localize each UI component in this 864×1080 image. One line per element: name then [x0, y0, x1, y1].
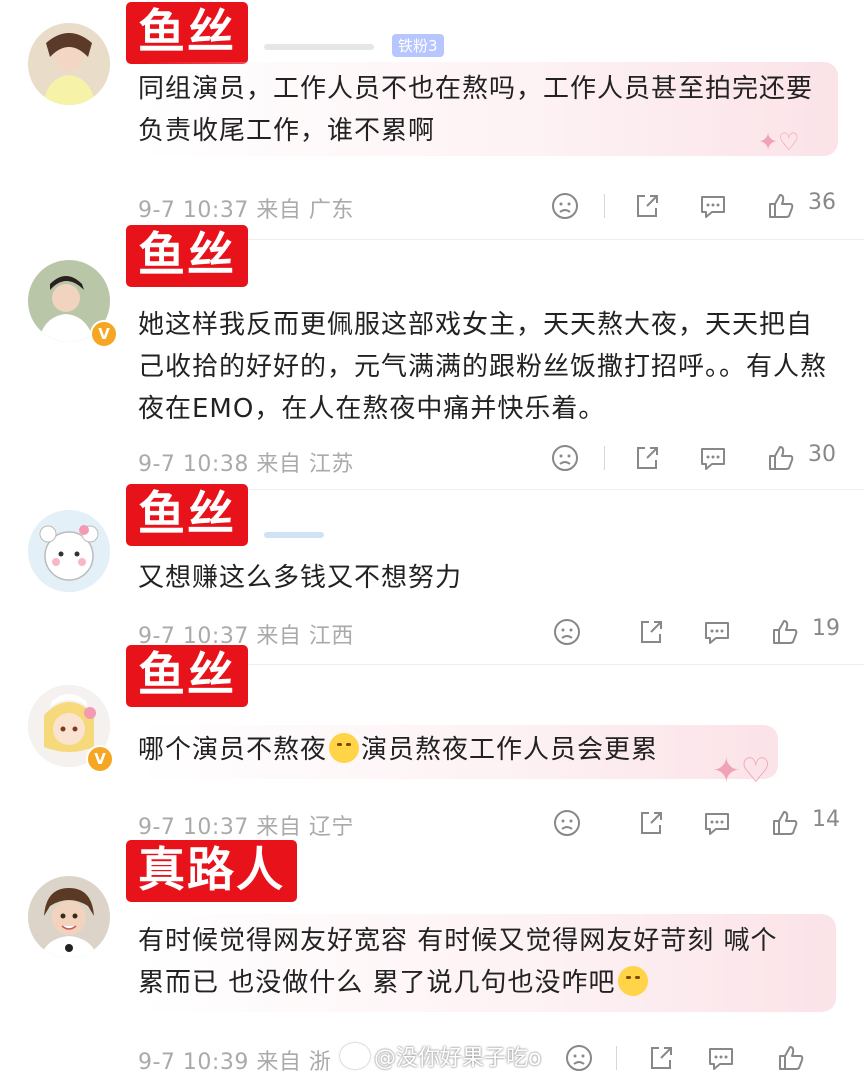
comment-location: 来自 江西: [256, 624, 354, 649]
action-separator: [604, 194, 605, 218]
verified-badge: V: [90, 320, 118, 348]
commenter-tag: 鱼丝: [126, 645, 248, 707]
reply-icon[interactable]: [698, 443, 728, 473]
commenter-tag: 真路人: [126, 840, 297, 902]
comment-time: 9-7 10:37: [138, 815, 249, 840]
username-blurred: [264, 532, 324, 538]
reply-icon[interactable]: [702, 808, 732, 838]
verified-badge: V: [86, 745, 114, 773]
comment-actions: 19: [540, 614, 850, 650]
comment-text: 又想赚这么多钱又不想努力: [138, 563, 463, 593]
username-blurred: [264, 44, 374, 50]
like-icon[interactable]: [766, 191, 796, 221]
comment-text: 有时候觉得网友好宽容 有时候又觉得网友好苛刻 喊个 累而已 也没做什么 累了说几…: [138, 920, 828, 1004]
comment-item: V 鱼丝 她这样我反而更佩服这部戏女主，天天熬大夜，天天把自己收拾的好好的，元气…: [0, 225, 864, 490]
comment-meta: 9-7 10:38 来自 江苏: [138, 446, 354, 478]
comment-list: 鱼丝 铁粉3 ✦♡ 同组演员，工作人员不也在熬吗，工作人员甚至拍完还要负责收尾工…: [0, 0, 864, 1080]
action-separator: [604, 446, 605, 470]
watermark-text: @没你好果子吃o: [374, 1046, 542, 1071]
avatar[interactable]: [28, 876, 110, 958]
comment-text-line: 有时候觉得网友好宽容 有时候又觉得网友好苛刻 喊个: [138, 926, 778, 956]
dislike-icon[interactable]: [550, 443, 580, 473]
action-separator: [616, 1046, 617, 1070]
like-icon[interactable]: [776, 1043, 806, 1073]
commenter-tag: 鱼丝: [126, 2, 248, 64]
dislike-icon[interactable]: [552, 808, 582, 838]
like-icon[interactable]: [766, 443, 796, 473]
share-icon[interactable]: [632, 191, 662, 221]
reply-icon[interactable]: [706, 1043, 736, 1073]
fan-level-badge: 铁粉3: [392, 34, 444, 57]
smirk-emoji-icon: [329, 733, 360, 763]
comment-text-part: 演员熬夜工作人员会更累: [361, 735, 659, 765]
share-icon[interactable]: [636, 617, 666, 647]
comment-location: 来自 辽宁: [256, 815, 354, 840]
like-icon[interactable]: [770, 617, 800, 647]
share-icon[interactable]: [632, 443, 662, 473]
comment-actions: [540, 1040, 850, 1076]
commenter-tag: 鱼丝: [126, 484, 248, 546]
reply-icon[interactable]: [698, 191, 728, 221]
comment-meta: 9-7 10:39 来自 浙: [138, 1044, 331, 1076]
comment-text-line: 累而已 也没做什么 累了说几句也没咋吧: [138, 962, 828, 1004]
relieved-emoji-icon: [617, 966, 648, 996]
comment-location: 来自 浙: [256, 1050, 332, 1075]
like-count: 14: [812, 807, 840, 832]
dislike-icon[interactable]: [564, 1043, 594, 1073]
like-count: 30: [808, 442, 836, 467]
dislike-icon[interactable]: [552, 617, 582, 647]
comment-time: 9-7 10:39: [138, 1050, 249, 1075]
comment-text-part: 累而已 也没做什么 累了说几句也没咋吧: [138, 968, 616, 998]
comment-meta: 9-7 10:37 来自 辽宁: [138, 809, 354, 841]
comment-meta: 9-7 10:37 来自 广东: [138, 192, 354, 224]
comment-time: 9-7 10:37: [138, 198, 249, 223]
avatar[interactable]: [28, 23, 110, 105]
share-icon[interactable]: [636, 808, 666, 838]
reply-icon[interactable]: [702, 617, 732, 647]
comment-text: 哪个演员不熬夜 演员熬夜工作人员会更累: [138, 729, 828, 771]
comment-text: 同组演员，工作人员不也在熬吗，工作人员甚至拍完还要负责收尾工作，谁不累啊: [138, 74, 814, 146]
like-icon[interactable]: [770, 808, 800, 838]
like-count: 19: [812, 616, 840, 641]
comment-location: 来自 广东: [256, 198, 354, 223]
comment-actions: 14: [540, 805, 850, 841]
comment-text: 她这样我反而更佩服这部戏女主，天天熬大夜，天天把自己收拾的好好的，元气满满的跟粉…: [138, 310, 828, 424]
comment-item: V 鱼丝 ✦♡ 哪个演员不熬夜 演员熬夜工作人员会更累 9-7 10:37 来自 …: [0, 645, 864, 841]
comment-actions: 36: [540, 188, 850, 224]
comment-item: 鱼丝 又想赚这么多钱又不想努力 9-7 10:37 来自 江西 19: [0, 484, 864, 665]
comment-item: 鱼丝 铁粉3 ✦♡ 同组演员，工作人员不也在熬吗，工作人员甚至拍完还要负责收尾工…: [0, 0, 864, 240]
comment-text-part: 哪个演员不熬夜: [138, 735, 328, 765]
share-icon[interactable]: [646, 1043, 676, 1073]
comment-actions: 30: [540, 440, 850, 476]
commenter-tag: 鱼丝: [126, 225, 248, 287]
dislike-icon[interactable]: [550, 191, 580, 221]
like-count: 36: [808, 190, 836, 215]
avatar[interactable]: [28, 510, 110, 592]
weibo-logo-icon: [340, 1043, 370, 1069]
comment-location: 来自 江苏: [256, 452, 354, 477]
watermark: @没你好果子吃o: [340, 1040, 541, 1076]
comment-time: 9-7 10:38: [138, 452, 249, 477]
